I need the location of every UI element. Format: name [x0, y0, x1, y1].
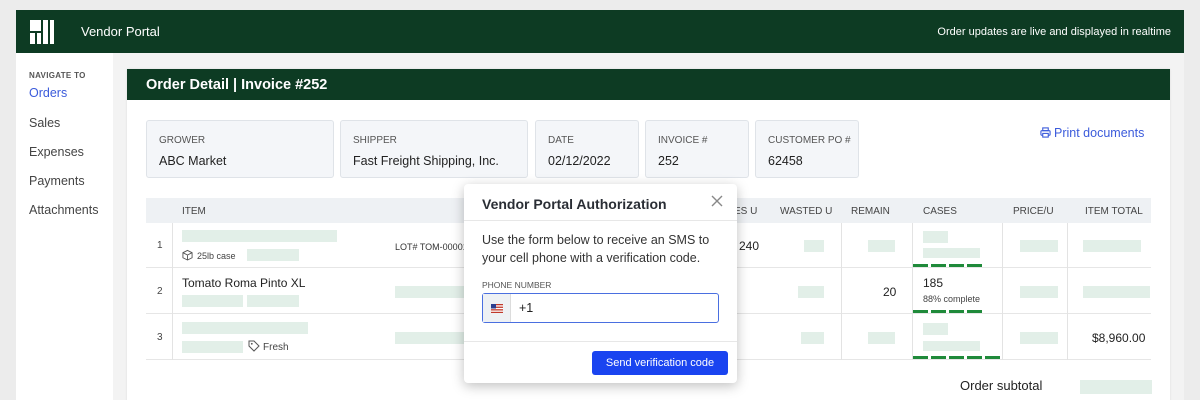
item-placeholder: [182, 295, 243, 307]
sidebar-item-payments[interactable]: Payments: [29, 174, 85, 188]
item-tag: Fresh: [263, 342, 289, 353]
print-documents-link[interactable]: Print documents: [1040, 126, 1144, 140]
wasted-placeholder: [798, 286, 824, 298]
date-label: DATE: [548, 135, 574, 146]
item-placeholder: [182, 230, 337, 242]
modal-instructions: Use the form below to receive an SMS to …: [482, 233, 710, 265]
sidebar-item-orders[interactable]: Orders: [29, 86, 67, 100]
wasted-placeholder: [801, 332, 824, 344]
box-icon: [182, 249, 193, 261]
grower-value: ABC Market: [159, 154, 227, 168]
customer-po-card: CUSTOMER PO # 62458: [755, 120, 859, 178]
order-subtotal-label: Order subtotal: [960, 378, 1043, 393]
row-number: 1: [157, 240, 163, 251]
lot-number: LOT# TOM-00001: [395, 242, 468, 252]
remain-placeholder: [868, 332, 895, 344]
item-placeholder: [247, 295, 299, 307]
live-status-message: Order updates are live and displayed in …: [937, 26, 1171, 38]
invoice-label: INVOICE #: [658, 135, 708, 146]
es-u-value: 240: [739, 239, 760, 253]
nav-heading: NAVIGATE TO: [29, 71, 86, 80]
modal-divider: [464, 220, 737, 221]
item-placeholder: [182, 341, 243, 353]
phone-number-value: +1: [519, 301, 534, 315]
printer-icon: [1040, 127, 1051, 138]
modal-divider: [464, 341, 737, 342]
shipper-card: SHIPPER Fast Freight Shipping, Inc.: [340, 120, 528, 178]
grower-card: GROWER ABC Market: [146, 120, 334, 178]
us-flag-icon: [491, 304, 503, 313]
customer-po-value: 62458: [768, 154, 803, 168]
price-placeholder: [1020, 240, 1058, 252]
authorization-modal: Vendor Portal Authorization Use the form…: [464, 184, 737, 383]
phone-number-label: PHONE NUMBER: [482, 280, 552, 290]
remain-placeholder: [868, 240, 895, 252]
price-placeholder: [1020, 286, 1058, 298]
cases-placeholder: [923, 323, 948, 335]
customer-po-label: CUSTOMER PO #: [768, 135, 851, 146]
shipper-value: Fast Freight Shipping, Inc.: [353, 154, 499, 168]
invoice-card: INVOICE # 252: [645, 120, 749, 178]
item-placeholder: [182, 322, 308, 334]
shipper-label: SHIPPER: [353, 135, 397, 146]
item-tag: 25lb case: [197, 251, 236, 261]
top-bar: Vendor Portal Order updates are live and…: [16, 10, 1184, 53]
date-value: 02/12/2022: [548, 154, 611, 168]
total-placeholder: [1083, 240, 1141, 252]
tag-icon: [248, 340, 260, 352]
modal-title: Vendor Portal Authorization: [482, 196, 667, 212]
col-remain: REMAIN: [851, 206, 890, 217]
cases-value: 185: [923, 276, 944, 290]
item-total-value: $8,960.00: [1092, 331, 1146, 345]
wasted-placeholder: [804, 240, 824, 252]
lot-placeholder: [395, 286, 465, 298]
cases-progress-text: 88% complete: [923, 294, 981, 304]
app-title: Vendor Portal: [81, 24, 160, 39]
sidebar-item-attachments[interactable]: Attachments: [29, 203, 98, 217]
col-es-u: ES U: [734, 206, 758, 217]
row-number: 2: [157, 286, 163, 297]
subtotal-placeholder: [1080, 380, 1152, 394]
col-item: ITEM: [182, 206, 206, 217]
item-placeholder: [247, 249, 299, 261]
remain-value: 20: [883, 285, 897, 299]
col-price-u: PRICE/U: [1013, 206, 1054, 217]
col-cases: CASES: [923, 206, 957, 217]
total-placeholder: [1083, 286, 1150, 298]
lot-placeholder: [395, 332, 465, 344]
print-documents-label: Print documents: [1054, 126, 1145, 140]
phone-number-field[interactable]: +1: [482, 293, 719, 323]
sidebar-item-expenses[interactable]: Expenses: [29, 145, 84, 159]
sidebar-item-sales[interactable]: Sales: [29, 116, 60, 130]
grower-label: GROWER: [159, 135, 206, 146]
sidebar: NAVIGATE TO Orders Sales Expenses Paymen…: [16, 53, 113, 400]
country-selector[interactable]: [483, 294, 511, 322]
row-number: 3: [157, 332, 163, 343]
invoice-value: 252: [658, 154, 679, 168]
cases-placeholder: [923, 231, 948, 243]
cases-placeholder: [923, 248, 980, 258]
col-item-total: ITEM TOTAL: [1085, 206, 1143, 217]
price-placeholder: [1020, 332, 1058, 344]
send-verification-code-button[interactable]: Send verification code: [592, 351, 728, 375]
date-card: DATE 02/12/2022: [535, 120, 639, 178]
order-header: Order Detail | Invoice #252: [127, 69, 1170, 100]
page-title: Order Detail | Invoice #252: [146, 77, 328, 93]
item-name: Tomato Roma Pinto XL: [182, 276, 306, 290]
close-icon[interactable]: [710, 194, 724, 208]
cases-placeholder: [923, 341, 980, 351]
col-wasted-u: WASTED U: [780, 206, 833, 217]
brand-logo-icon[interactable]: [30, 20, 54, 44]
